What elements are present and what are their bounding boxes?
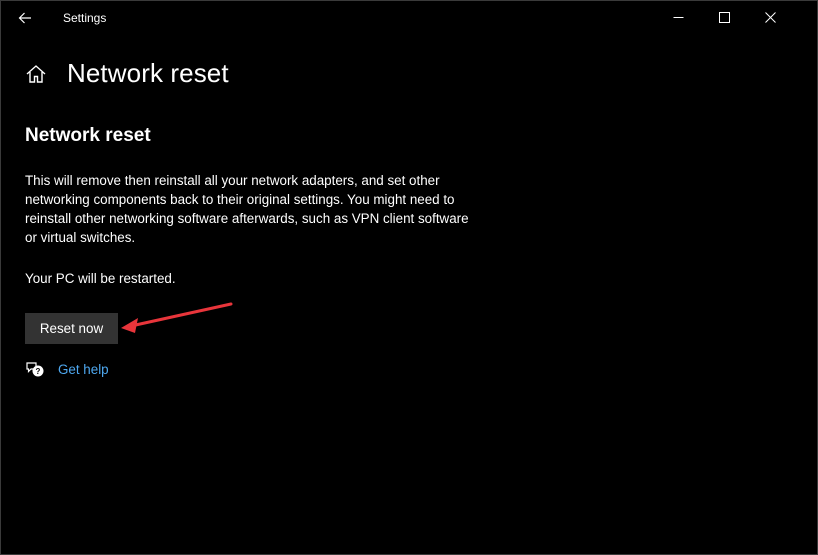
reset-now-button[interactable]: Reset now — [25, 313, 118, 344]
minimize-button[interactable] — [655, 1, 701, 34]
window-title: Settings — [63, 11, 107, 25]
settings-window: Settings Network reset Network reset Thi… — [0, 0, 818, 555]
get-help-row[interactable]: ? Get help — [25, 359, 109, 379]
svg-text:?: ? — [36, 367, 41, 376]
restart-note: Your PC will be restarted. — [25, 271, 176, 286]
get-help-link[interactable]: Get help — [58, 362, 109, 377]
back-button[interactable] — [9, 2, 41, 33]
annotation-arrow — [121, 302, 233, 333]
page-title: Network reset — [67, 58, 229, 88]
description-text: This will remove then reinstall all your… — [25, 173, 469, 245]
maximize-icon — [718, 12, 730, 23]
home-icon[interactable] — [25, 63, 47, 85]
section-title: Network reset — [25, 125, 151, 146]
title-bar: Settings — [1, 1, 817, 34]
maximize-button[interactable] — [701, 1, 747, 34]
back-arrow-icon — [18, 12, 31, 23]
help-chat-icon: ? — [26, 362, 44, 377]
minimize-icon — [673, 17, 683, 18]
close-icon — [764, 12, 776, 23]
close-button[interactable] — [747, 1, 793, 34]
